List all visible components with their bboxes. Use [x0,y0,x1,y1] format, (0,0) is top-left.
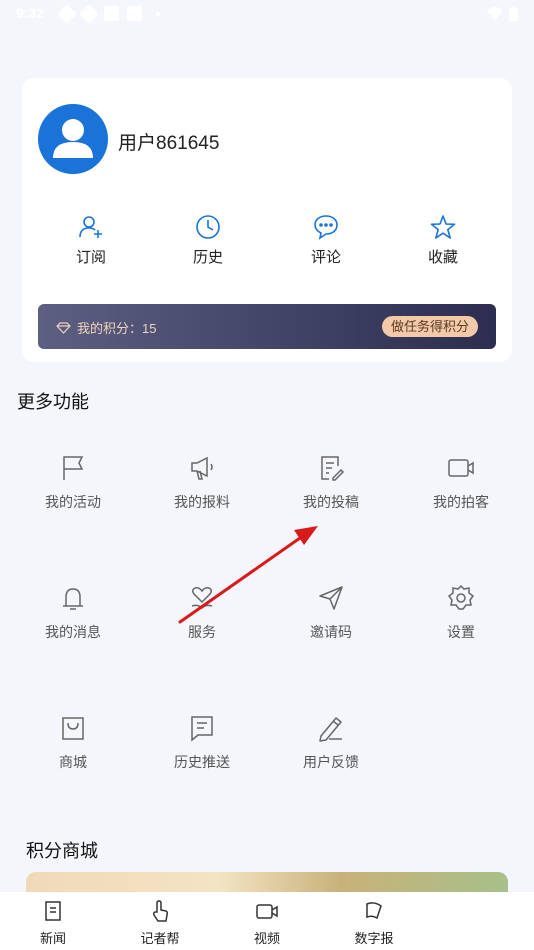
message-list-icon [191,716,213,742]
function-label: 服务 [188,624,216,640]
status-bar: 9:32 [0,0,534,28]
function-label: 历史推送 [174,754,230,770]
quick-action-history[interactable]: 历史 [168,214,248,267]
tab-reporter-help[interactable]: 记者帮 [120,900,200,948]
bottom-tab-bar: 新闻 记者帮 视频 数字报 [0,892,534,950]
quick-action-label: 历史 [192,249,223,266]
tab-label: 视频 [253,931,280,946]
more-functions-title: 更多功能 [17,392,89,412]
function-push-history[interactable]: 历史推送 [147,714,257,772]
video-icon [256,904,278,919]
clock-icon [196,215,220,239]
function-my-submissions[interactable]: 我的投稿 [276,454,386,512]
quick-action-favorites[interactable]: 收藏 [403,214,483,267]
function-label: 邀请码 [310,624,352,640]
heart-hand-icon [191,587,213,610]
wifi-icon [487,7,503,20]
points-display: 我的积分：15 [56,318,156,337]
comment-icon [314,215,338,240]
points-mall-title: 积分商城 [26,841,98,861]
avatar[interactable] [38,104,108,174]
function-settings[interactable]: 设置 [406,584,516,642]
function-my-activities[interactable]: 我的活动 [18,454,128,512]
send-icon [319,586,343,610]
shopping-bag-icon [62,717,84,740]
earn-points-button[interactable]: 做任务得积分 [381,316,478,337]
profile-card: 用户861645 订阅 历史 评论 收藏 我的积分：15 做任务得积分 [22,78,512,362]
notification-square-icon [104,6,119,21]
function-my-reports[interactable]: 我的报料 [147,454,257,512]
star-icon [430,215,456,239]
tab-label: 数字报 [354,931,394,946]
paper-icon [366,902,382,920]
user-add-icon [79,216,102,238]
status-time: 9:32 [16,5,45,21]
function-label: 设置 [447,624,475,640]
tab-video[interactable]: 视频 [227,900,307,948]
bell-icon [63,588,83,610]
megaphone-icon [191,456,213,480]
quick-action-comment[interactable]: 评论 [286,214,366,267]
function-label: 我的活动 [45,494,101,510]
function-my-messages[interactable]: 我的消息 [18,584,128,642]
tab-label: 记者帮 [140,931,180,946]
function-label: 我的消息 [45,624,101,640]
function-invite-code[interactable]: 邀请码 [276,584,386,642]
gear-icon [447,584,475,610]
more-notifications-dot-icon [156,11,160,16]
tab-news[interactable]: 新闻 [13,900,93,948]
points-label: 我的积分：15 [77,321,157,336]
notification-app-icon [79,3,99,24]
quick-action-subscribe[interactable]: 订阅 [51,214,131,267]
notification-app-icon [57,3,77,24]
tab-label: 新闻 [39,931,66,946]
diamond-icon [56,321,71,334]
battery-icon [509,6,518,21]
document-edit-icon [321,456,345,481]
quick-action-label: 收藏 [427,249,458,266]
function-mall[interactable]: 商城 [18,714,128,772]
user-avatar-icon [53,119,93,158]
function-user-feedback[interactable]: 用户反馈 [276,714,386,772]
function-label: 我的报料 [174,494,230,510]
function-label: 我的拍客 [433,494,489,510]
pencil-icon [319,717,342,742]
flag-icon [63,456,84,480]
username[interactable]: 用户861645 [118,128,219,155]
points-bar[interactable]: 我的积分：15 做任务得积分 [38,304,496,349]
notification-icons [57,3,160,24]
hand-pointer-icon [152,900,169,922]
function-label: 我的投稿 [303,494,359,510]
notification-square-icon [127,6,142,21]
function-service[interactable]: 服务 [147,584,257,642]
tab-digital-paper[interactable]: 数字报 [334,900,414,948]
function-label: 用户反馈 [303,754,359,770]
function-label: 商城 [59,754,87,770]
quick-action-label: 评论 [310,249,341,266]
video-camera-icon [448,459,474,477]
function-my-vlogs[interactable]: 我的拍客 [406,454,516,512]
news-icon [45,901,61,921]
quick-action-label: 订阅 [75,249,106,266]
